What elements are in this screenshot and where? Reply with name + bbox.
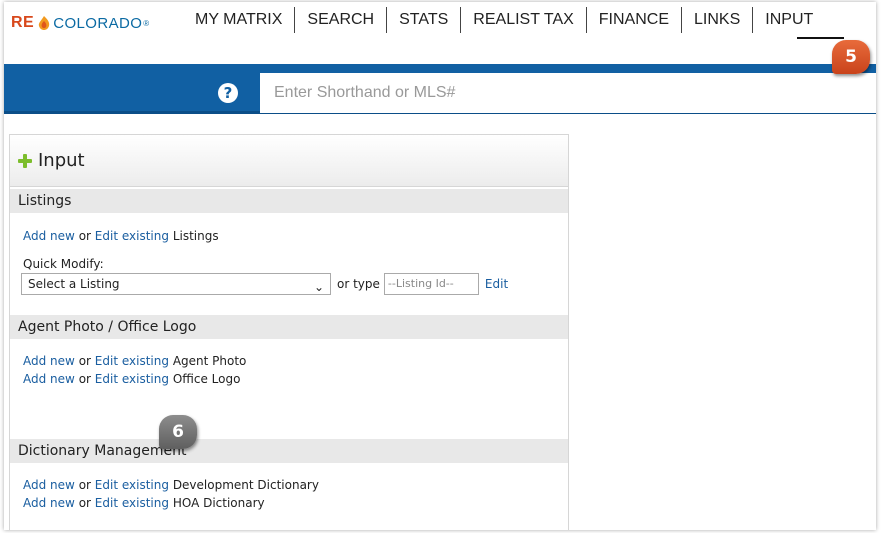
plus-icon	[18, 153, 32, 168]
select-listing-value: Select a Listing	[28, 277, 120, 291]
input-panel-header: Input	[10, 135, 568, 187]
panel-title: Input	[38, 150, 85, 171]
edit-existing-agent-photo-link[interactable]: Edit existing	[95, 354, 169, 368]
or-text: or	[78, 478, 91, 492]
office-logo-row: Add new or Edit existing Office Logo	[10, 370, 568, 388]
add-new-hoa-dictionary-link[interactable]: Add new	[23, 496, 75, 510]
input-panel: Input Listings Add new or Edit existing …	[9, 134, 569, 530]
add-new-development-dictionary-link[interactable]: Add new	[23, 478, 75, 492]
add-new-listing-link[interactable]: Add new	[23, 229, 75, 243]
listings-row: Add new or Edit existing Listings	[10, 227, 568, 245]
nav-realist-tax[interactable]: REALIST TAX	[461, 7, 587, 33]
development-dictionary-target-text: Development Dictionary	[172, 478, 319, 492]
dictionary-section-heading: Dictionary Management	[10, 439, 568, 463]
nav-search[interactable]: SEARCH	[295, 7, 388, 33]
or-text: or	[78, 354, 91, 368]
nav-my-matrix[interactable]: MY MATRIX	[189, 7, 296, 33]
hoa-dictionary-target-text: HOA Dictionary	[172, 496, 265, 510]
app-window: RE COLORADO ® MY MATRIX SEARCH STATS REA…	[4, 2, 876, 530]
step-callout-6: 6	[159, 415, 197, 449]
nav-finance[interactable]: FINANCE	[587, 7, 683, 33]
nav-links[interactable]: LINKS	[682, 7, 754, 33]
edit-listing-id-link[interactable]: Edit	[485, 277, 508, 291]
or-type-text: or type	[337, 277, 380, 291]
hoa-dictionary-row: Add new or Edit existing HOA Dictionary	[10, 494, 568, 512]
top-navigation: RE COLORADO ® MY MATRIX SEARCH STATS REA…	[4, 2, 876, 64]
listings-target-text: Listings	[172, 229, 219, 243]
step-callout-5: 5	[832, 40, 870, 74]
nav-input-active-indicator	[797, 37, 844, 39]
logo-registered-mark: ®	[143, 18, 150, 28]
edit-existing-development-dictionary-link[interactable]: Edit existing	[95, 478, 169, 492]
or-text: or	[78, 372, 91, 386]
help-icon[interactable]: ?	[218, 83, 238, 103]
agent-photo-row: Add new or Edit existing Agent Photo	[10, 352, 568, 370]
or-text: or	[78, 496, 91, 510]
edit-existing-hoa-dictionary-link[interactable]: Edit existing	[95, 496, 169, 510]
select-listing-dropdown[interactable]: Select a Listing ⌄	[21, 273, 331, 295]
photo-section-heading: Agent Photo / Office Logo	[10, 315, 568, 339]
recolorado-logo[interactable]: RE COLORADO ®	[11, 12, 149, 34]
main-nav: MY MATRIX SEARCH STATS REALIST TAX FINAN…	[189, 7, 825, 33]
nav-stats[interactable]: STATS	[387, 7, 462, 33]
shorthand-search-input[interactable]: Enter Shorthand or MLS#	[260, 73, 876, 113]
chevron-down-icon: ⌄	[313, 280, 324, 294]
or-text: or	[78, 229, 91, 243]
logo-flame-icon	[36, 15, 52, 31]
development-dictionary-row: Add new or Edit existing Development Dic…	[10, 476, 568, 494]
nav-input[interactable]: INPUT	[753, 7, 825, 33]
quick-modify-label: Quick Modify:	[23, 257, 104, 271]
add-new-office-logo-link[interactable]: Add new	[23, 372, 75, 386]
logo-colorado-text: COLORADO	[53, 14, 143, 32]
office-logo-target-text: Office Logo	[172, 372, 241, 386]
edit-existing-office-logo-link[interactable]: Edit existing	[95, 372, 169, 386]
listing-id-input[interactable]: --Listing Id--	[383, 273, 479, 295]
agent-photo-target-text: Agent Photo	[172, 354, 247, 368]
quick-modify-row: Select a Listing ⌄ or type --Listing Id-…	[10, 273, 568, 295]
add-new-agent-photo-link[interactable]: Add new	[23, 354, 75, 368]
listings-section-heading: Listings	[10, 189, 568, 213]
edit-existing-listing-link[interactable]: Edit existing	[95, 229, 169, 243]
logo-re-text: RE	[11, 14, 35, 31]
